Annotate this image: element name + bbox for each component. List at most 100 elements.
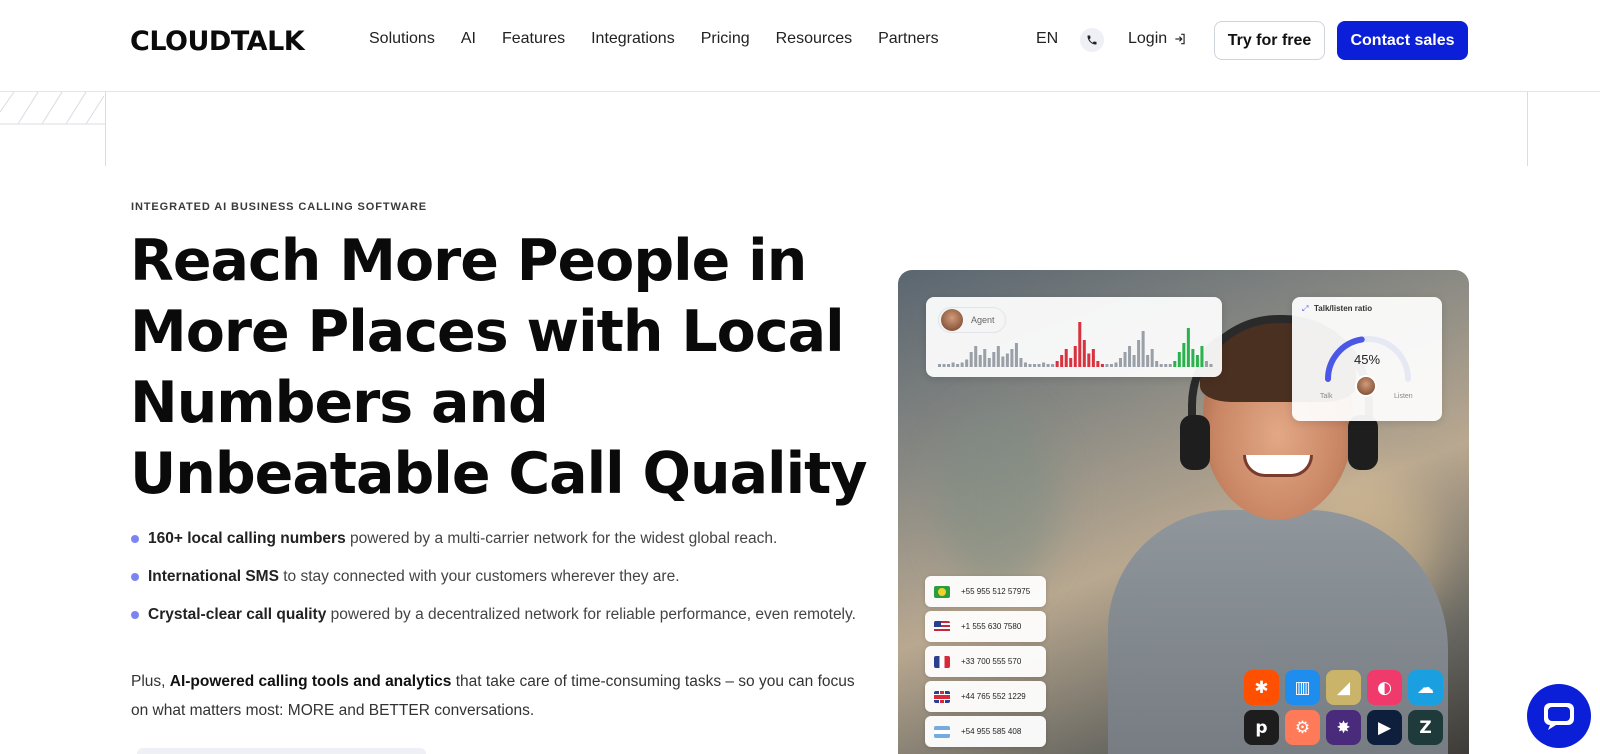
waveform-bar xyxy=(1137,340,1141,367)
waveform-bar xyxy=(1155,361,1159,367)
waveform-bar xyxy=(1168,364,1172,367)
feature-item: 160+ local calling numbers powered by a … xyxy=(131,526,861,551)
hubspot-icon: ⚙ xyxy=(1285,710,1320,745)
argentina-flag-icon xyxy=(934,725,950,738)
number-item: +44 765 552 1229 xyxy=(925,681,1046,712)
waveform-bar xyxy=(1060,355,1064,367)
waveform-bar xyxy=(1132,355,1136,367)
listen-label: Listen xyxy=(1394,393,1413,400)
waveform-bar xyxy=(947,364,951,367)
waveform-bar xyxy=(1051,364,1055,367)
france-flag-icon xyxy=(934,655,950,668)
zendesk-icon: Z xyxy=(1408,710,1443,745)
hero-headline: Reach More People in More Places with Lo… xyxy=(130,228,868,507)
feature-bold: Crystal-clear call quality xyxy=(148,606,327,623)
front-icon: ◐ xyxy=(1367,670,1402,705)
nav-solutions[interactable]: Solutions xyxy=(369,30,435,48)
pipeline-icon: ◢ xyxy=(1326,670,1361,705)
gorgias-icon: ✸ xyxy=(1326,710,1361,745)
waveform-bar xyxy=(1128,346,1132,367)
waveform-bar xyxy=(1010,349,1014,367)
waveform-bar xyxy=(987,358,991,367)
nav-integrations[interactable]: Integrations xyxy=(591,30,675,48)
nav-features[interactable]: Features xyxy=(502,30,565,48)
waveform-bar xyxy=(1064,349,1068,367)
feature-bold: International SMS xyxy=(148,568,279,585)
waveform-bar xyxy=(1042,362,1046,367)
login-label: Login xyxy=(1128,30,1168,47)
waveform-bar xyxy=(1146,355,1150,367)
ratio-icon: ⤢ xyxy=(1302,304,1309,313)
feature-bold: 160+ local calling numbers xyxy=(148,530,346,547)
nav-ai[interactable]: AI xyxy=(461,30,476,48)
waveform-bar xyxy=(1005,353,1009,367)
nav-resources[interactable]: Resources xyxy=(776,30,852,48)
waveform-bar xyxy=(1195,355,1199,367)
divider-right xyxy=(1527,92,1528,166)
login-arrow-icon xyxy=(1175,33,1185,45)
feature-item: Crystal-clear call quality powered by a … xyxy=(131,602,861,627)
waveform-bar xyxy=(1105,364,1109,367)
waveform-bar xyxy=(1096,361,1100,367)
integration-icons: ✱ ▥ ◢ ◐ ☁ p ⚙ ✸ ▶ Z xyxy=(1244,670,1454,745)
login-link[interactable]: Login xyxy=(1128,30,1187,48)
waveform-bar xyxy=(1028,364,1032,367)
ratio-title: Talk/listen ratio xyxy=(1314,304,1373,313)
feature-text: powered by a decentralized network for r… xyxy=(326,606,856,623)
pipedrive-icon: p xyxy=(1244,710,1279,745)
waveform-bar xyxy=(1046,364,1050,367)
us-flag-icon xyxy=(934,620,950,633)
summary-prefix: Plus, xyxy=(131,673,170,690)
brazil-flag-icon xyxy=(934,585,950,598)
waveform-bar xyxy=(1123,352,1127,367)
salesforce-icon: ☁ xyxy=(1408,670,1443,705)
waveform-bar xyxy=(1186,328,1190,367)
waveform-bar xyxy=(1114,362,1118,367)
waveform-bar xyxy=(1014,343,1018,367)
waveform-bar xyxy=(1109,364,1113,367)
language-selector[interactable]: EN xyxy=(1036,30,1058,48)
phone-number: +55 955 512 57975 xyxy=(961,587,1031,596)
waveform-bar xyxy=(1141,331,1145,367)
waveform-bar xyxy=(1023,362,1027,367)
try-for-free-button[interactable]: Try for free xyxy=(1214,21,1325,60)
phone-number: +54 955 585 408 xyxy=(961,727,1022,736)
waveform-bar xyxy=(938,364,942,367)
main-nav: Solutions AI Features Integrations Prici… xyxy=(369,30,965,48)
feature-text: to stay connected with your customers wh… xyxy=(278,568,680,585)
waveform-bar xyxy=(1082,340,1086,367)
phone-number: +33 700 555 570 xyxy=(961,657,1022,666)
feature-list: 160+ local calling numbers powered by a … xyxy=(131,526,861,640)
waveform-bar xyxy=(951,362,955,367)
waveform-bar xyxy=(1019,358,1023,367)
cloudtalk-logo[interactable]: CLOUDTALK xyxy=(130,26,305,57)
waveform xyxy=(938,322,1213,367)
phone-number: +1 555 630 7580 xyxy=(961,622,1022,631)
headphone-cup xyxy=(1348,415,1378,470)
waveform-bar xyxy=(1164,364,1168,367)
site-header: CLOUDTALK Solutions AI Features Integrat… xyxy=(0,0,1600,92)
waveform-bar xyxy=(974,346,978,367)
ratio-value: 45% xyxy=(1353,352,1381,367)
nav-partners[interactable]: Partners xyxy=(878,30,938,48)
waveform-bar xyxy=(942,364,946,367)
waveform-bar xyxy=(1100,364,1104,367)
call-waveform-card: Agent xyxy=(926,297,1222,377)
waveform-bar xyxy=(1055,361,1059,367)
waveform-bar xyxy=(1118,358,1123,367)
nav-pricing[interactable]: Pricing xyxy=(701,30,750,48)
dynamics-icon: ▶ xyxy=(1367,710,1402,745)
waveform-bar xyxy=(983,349,987,367)
contact-sales-button[interactable]: Contact sales xyxy=(1337,21,1468,60)
phone-button[interactable] xyxy=(1080,28,1104,52)
avatar xyxy=(1355,375,1377,397)
cta-button-edge[interactable] xyxy=(137,748,426,754)
waveform-bar xyxy=(1191,349,1195,367)
chat-bubble-icon xyxy=(1544,703,1574,730)
feature-item: International SMS to stay connected with… xyxy=(131,564,861,589)
chat-widget-button[interactable] xyxy=(1527,684,1591,748)
phone-icon xyxy=(1087,35,1097,45)
waveform-bar xyxy=(1204,361,1208,367)
waveform-bar xyxy=(1150,349,1154,367)
decorative-lines xyxy=(0,92,106,125)
